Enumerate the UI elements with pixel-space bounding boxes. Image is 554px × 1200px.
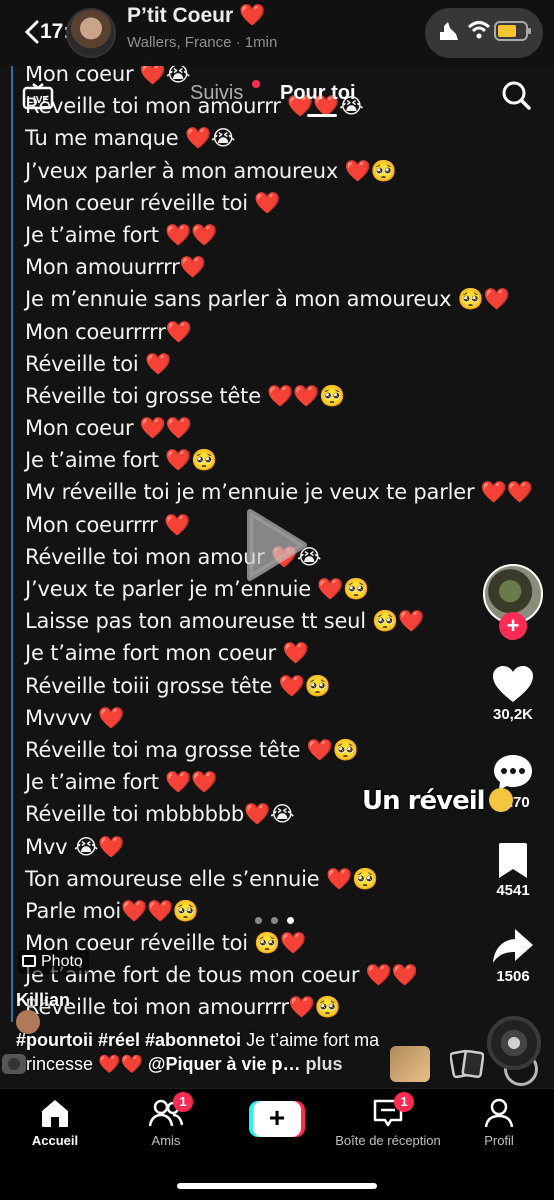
- friends-badge: 1: [173, 1092, 193, 1112]
- like-count: 30,2K: [492, 706, 534, 723]
- photo-badge: Photo: [18, 950, 89, 974]
- nav-home[interactable]: Accueil: [0, 1097, 110, 1148]
- camera-lens-icon: [2, 1054, 26, 1074]
- home-icon: [42, 1100, 68, 1127]
- chat-header: 17:56 P’tit Coeur ❤️ Wallers, France · 1…: [0, 0, 554, 66]
- inbox-badge: 1: [394, 1092, 414, 1112]
- photo-icon: [22, 955, 36, 967]
- live-label: LIVE: [27, 95, 50, 106]
- chat-message: Réveille toi ❤️: [25, 351, 171, 376]
- save-button[interactable]: 4541: [485, 840, 541, 899]
- chat-message: Mon coeur réveille toi 🥺❤️: [25, 931, 307, 956]
- caption-hashtags[interactable]: #pourtoii #réel #abonnetoi: [16, 1030, 241, 1050]
- chat-message: Tu me manque ❤️😭: [25, 126, 236, 151]
- home-indicator: [177, 1183, 377, 1189]
- signal-icon: [440, 22, 458, 40]
- photo-sticker-text: Un réveil: [362, 786, 513, 816]
- wifi-icon: [467, 21, 491, 39]
- nav-friends-label: Amis: [151, 1133, 181, 1148]
- search-icon[interactable]: [500, 79, 532, 111]
- photo-badge-label: Photo: [41, 953, 83, 970]
- cards-icon[interactable]: [450, 1048, 484, 1080]
- chat-message: Je m’ennuie sans parler à mon amoureux 🥺…: [25, 287, 510, 312]
- chat-message: Réveille toi ma grosse tête ❤️🥺: [25, 737, 359, 762]
- chat-message: Je t’aime fort mon coeur ❤️: [25, 641, 309, 666]
- battery-icon: [494, 21, 531, 41]
- carousel-dot: [255, 917, 262, 924]
- music-disc-icon[interactable]: [487, 1016, 541, 1070]
- like-button[interactable]: 30,2K: [485, 664, 541, 723]
- carousel-dot: [271, 917, 278, 924]
- creator-username[interactable]: Killian: [16, 990, 70, 1011]
- share-button[interactable]: 1506: [485, 926, 541, 985]
- back-chevron-icon: [24, 20, 39, 44]
- chat-message: Mon coeur ❤️❤️: [25, 416, 192, 441]
- create-button[interactable]: +: [249, 1101, 305, 1137]
- nav-home-label: Accueil: [31, 1133, 79, 1148]
- chat-contact-location: Wallers, France · 1min: [127, 34, 278, 51]
- chat-message: Mv réveille toi je m’ennuie je veux te p…: [25, 480, 533, 505]
- plus-icon: +: [253, 1101, 301, 1137]
- post-caption[interactable]: #pourtoii #réel #abonnetoi Je t’aime for…: [16, 1028, 414, 1076]
- chat-message: Réveille toiii grosse tête ❤️🥺: [25, 673, 331, 698]
- heart-eyes-emoji-icon: [488, 788, 513, 812]
- save-count: 4541: [496, 882, 530, 899]
- carousel-indicator: [255, 911, 303, 929]
- bookmark-icon: [499, 843, 527, 878]
- nav-profile[interactable]: Profil: [444, 1097, 554, 1148]
- chat-message: J’veux parler à mon amoureux ❤️🥺: [25, 158, 397, 183]
- chat-message: Mvvvv ❤️: [25, 705, 125, 730]
- profile-icon: [484, 1098, 514, 1128]
- tab-following[interactable]: Suivis: [190, 82, 243, 105]
- play-icon[interactable]: [244, 508, 308, 582]
- chat-message: Réveille toi grosse tête ❤️❤️🥺: [25, 383, 346, 408]
- chat-contact-name: P’tit Coeur ❤️: [127, 4, 266, 27]
- music-cover-thumbnail[interactable]: [390, 1046, 430, 1082]
- nav-inbox[interactable]: Boîte de réception: [333, 1097, 443, 1148]
- share-arrow-icon: [493, 929, 533, 963]
- chat-message: Mon amouurrrr❤️: [25, 255, 206, 280]
- following-notification-dot: [252, 80, 260, 88]
- chat-message: Je t’aime fort de tous mon coeur ❤️❤️: [25, 963, 418, 988]
- nav-inbox-label: Boîte de réception: [335, 1133, 441, 1148]
- live-icon[interactable]: LIVE: [22, 82, 54, 110]
- chat-message: Je t’aime fort ❤️❤️: [25, 222, 218, 247]
- active-tab-indicator: [307, 114, 337, 117]
- chat-message: Je t’aime fort ❤️🥺: [25, 448, 218, 473]
- sticker-label: Un réveil: [362, 786, 486, 816]
- chat-message: Laisse pas ton amoureuse tt seul 🥺❤️: [25, 609, 425, 634]
- chat-message: Ton amoureuse elle s’ennuie ❤️🥺: [25, 866, 378, 891]
- caption-mention[interactable]: @Piquer à vie p…: [148, 1054, 301, 1074]
- chat-message: Mon coeurrrrr❤️: [25, 319, 192, 344]
- caption-hearts: ❤️❤️: [98, 1054, 143, 1074]
- chat-quote-bar: [11, 62, 13, 1022]
- carousel-dot-active: [287, 917, 294, 924]
- chat-message: Mon coeur réveille toi ❤️: [25, 190, 281, 215]
- tab-for-you[interactable]: Pour toi: [280, 82, 356, 105]
- nav-profile-label: Profil: [484, 1133, 514, 1148]
- share-count: 1506: [496, 968, 530, 985]
- chat-message: Réveille toi mon amourrrr❤️🥺: [25, 995, 341, 1020]
- chat-contact-avatar: [66, 8, 116, 58]
- heart-icon: [493, 666, 533, 702]
- chat-message: Mvv 😭❤️: [25, 834, 125, 859]
- caption-more-button[interactable]: plus: [306, 1054, 343, 1074]
- follow-button[interactable]: +: [499, 612, 527, 640]
- nav-friends[interactable]: Amis: [111, 1097, 221, 1148]
